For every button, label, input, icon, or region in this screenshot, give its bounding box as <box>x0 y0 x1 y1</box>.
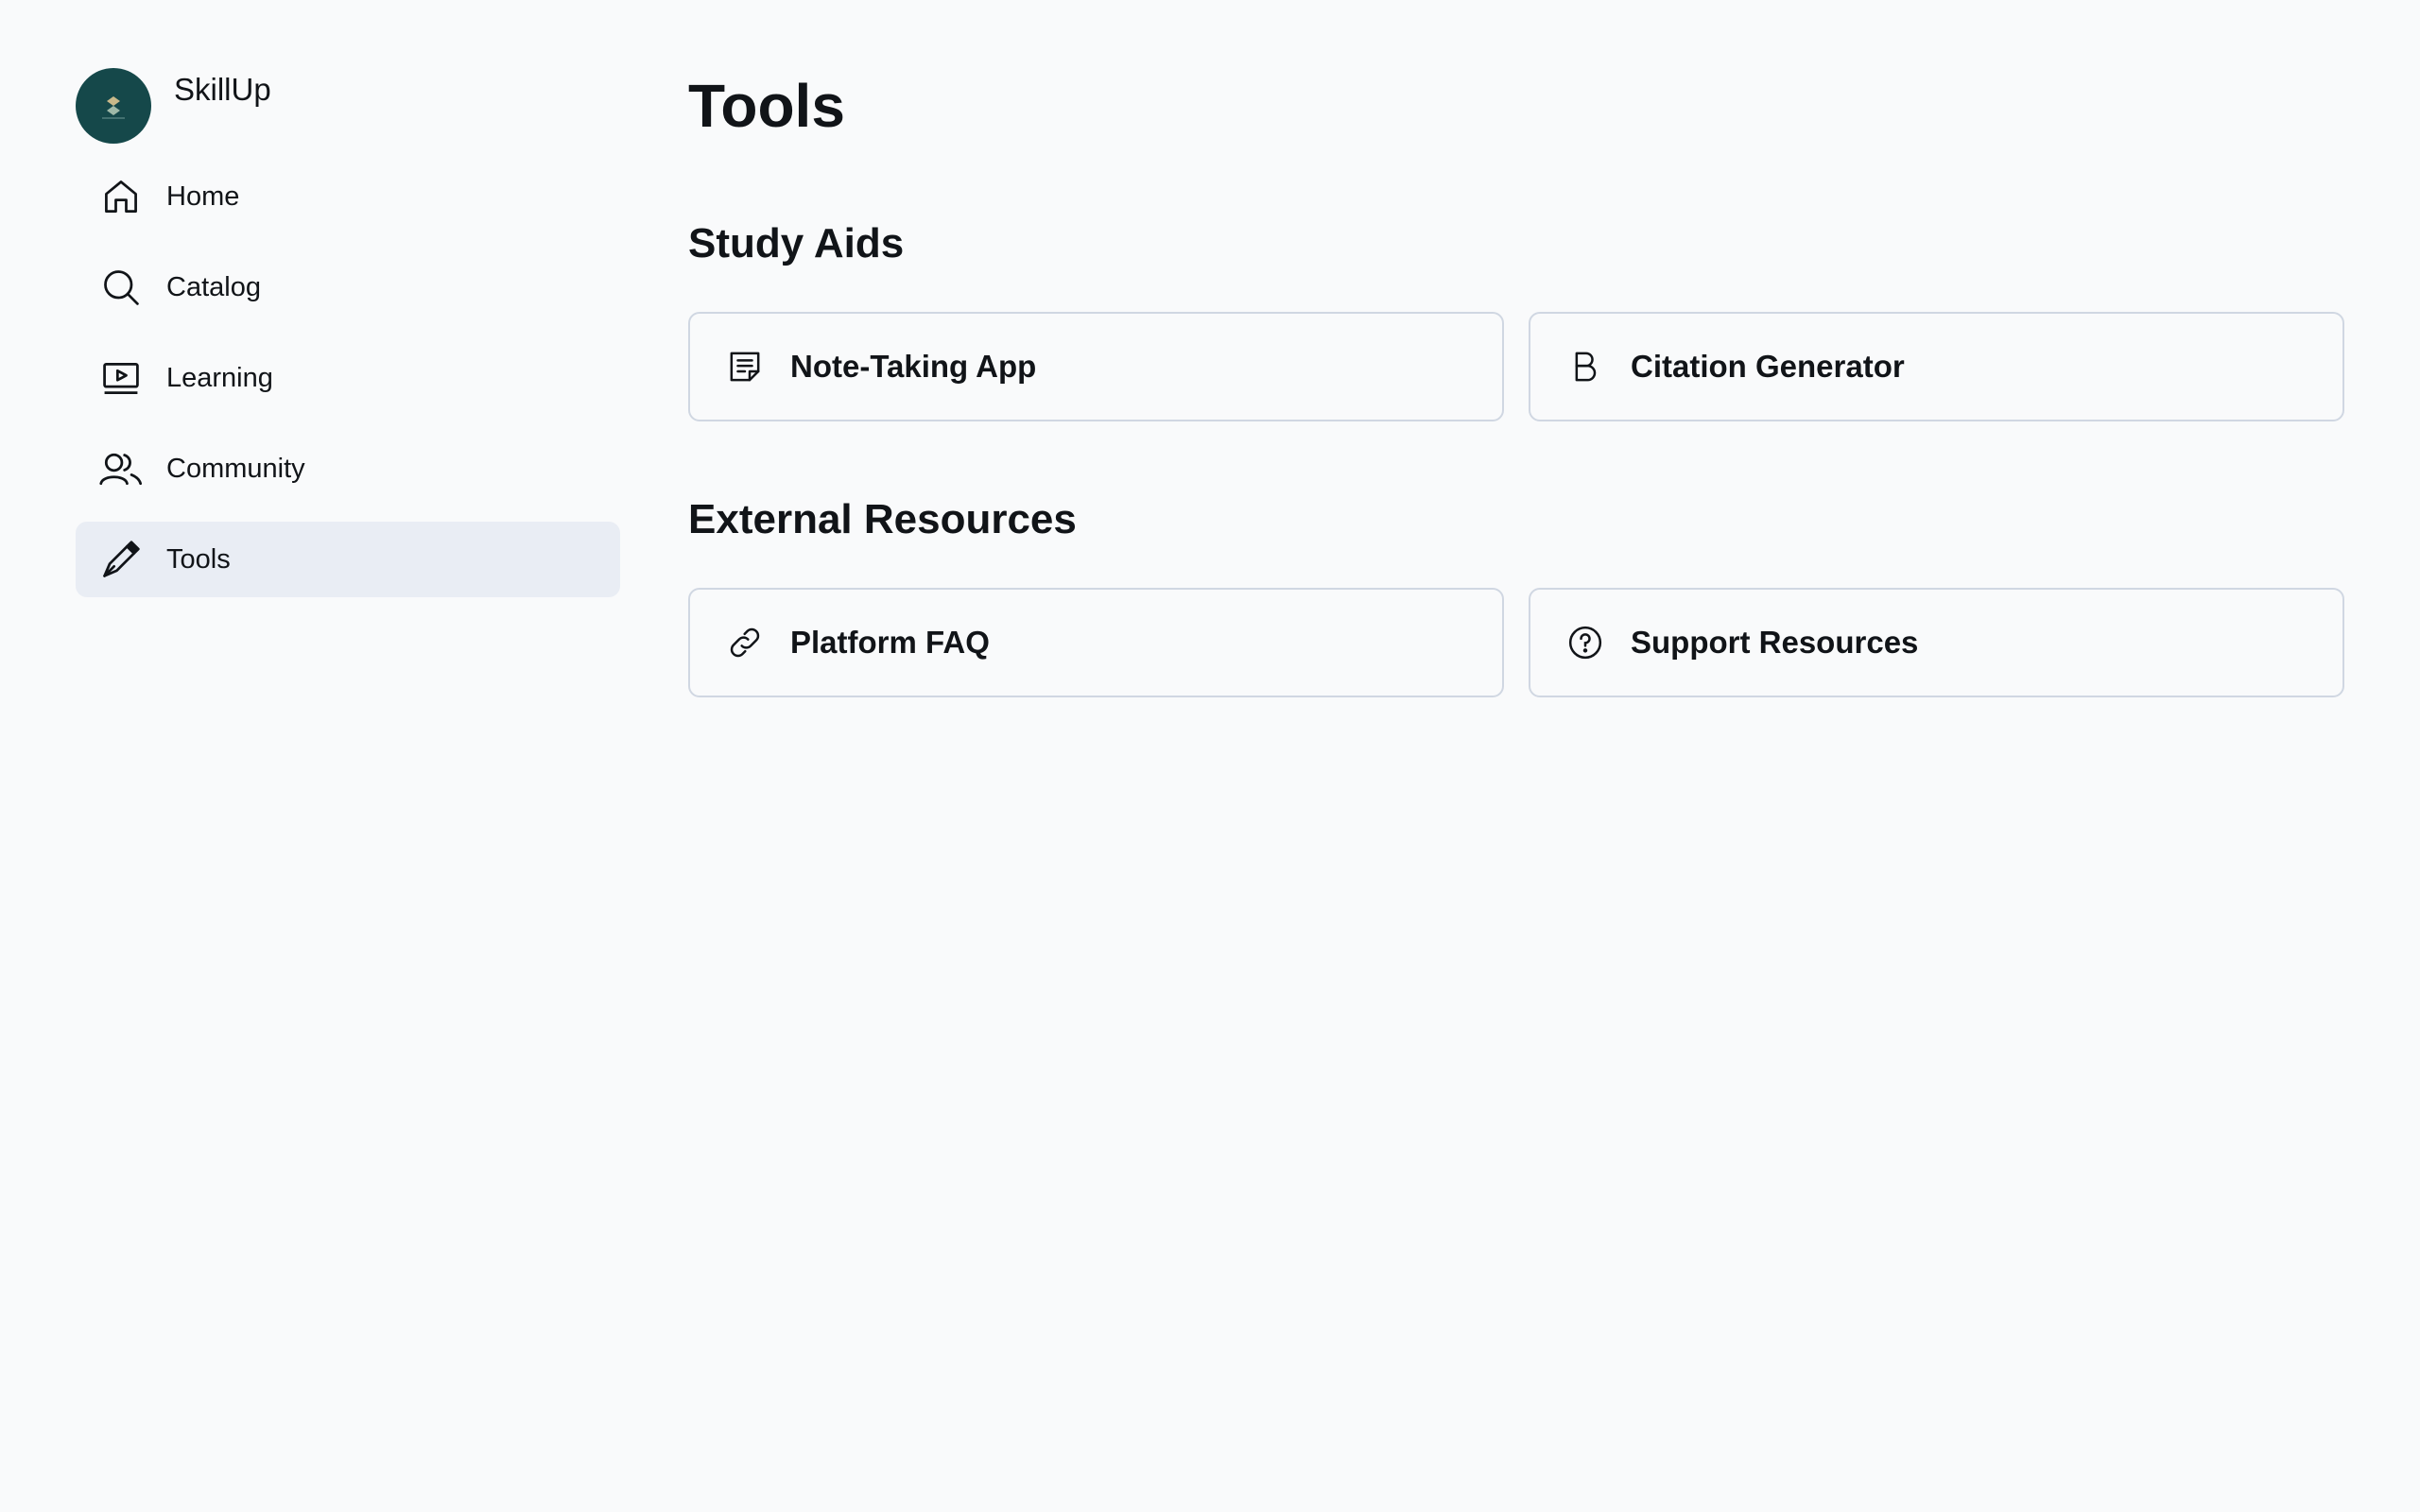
sidebar-nav: Home Catalog Learning Community Tools <box>76 159 620 597</box>
main-content: Tools Study Aids Note-Taking App Citatio… <box>688 60 2344 769</box>
external-resources-grid: Platform FAQ Support Resources <box>688 588 2344 697</box>
question-circle-icon <box>1564 622 1606 663</box>
sidebar-item-tools[interactable]: Tools <box>76 522 620 597</box>
sidebar-item-home[interactable]: Home <box>76 159 620 234</box>
note-taking-app-card[interactable]: Note-Taking App <box>688 312 1504 421</box>
citation-generator-card[interactable]: Citation Generator <box>1529 312 2344 421</box>
link-icon <box>724 622 766 663</box>
logo-emblem-icon <box>102 96 125 119</box>
sidebar-item-community[interactable]: Community <box>76 431 620 507</box>
sidebar-item-label: Tools <box>166 543 231 575</box>
card-label: Support Resources <box>1631 625 1919 660</box>
study-aids-grid: Note-Taking App Citation Generator <box>688 312 2344 421</box>
users-icon <box>98 446 144 491</box>
bold-b-icon <box>1564 346 1606 387</box>
note-icon <box>724 346 766 387</box>
support-resources-card[interactable]: Support Resources <box>1529 588 2344 697</box>
card-label: Citation Generator <box>1631 349 1905 384</box>
home-icon <box>98 174 144 219</box>
card-label: Note-Taking App <box>790 349 1037 384</box>
search-icon <box>98 265 144 310</box>
pen-icon <box>98 537 144 582</box>
section-title-study-aids: Study Aids <box>688 220 905 266</box>
sidebar-item-label: Catalog <box>166 271 261 302</box>
play-screen-icon <box>98 355 144 401</box>
sidebar-item-label: Home <box>166 180 240 212</box>
logo[interactable] <box>76 68 151 144</box>
sidebar: SkillUp Home Catalog Learning Community … <box>76 68 620 597</box>
sidebar-item-label: Learning <box>166 362 273 393</box>
brand: SkillUp <box>76 68 620 144</box>
platform-faq-card[interactable]: Platform FAQ <box>688 588 1504 697</box>
sidebar-item-learning[interactable]: Learning <box>76 340 620 416</box>
page-title: Tools <box>688 72 845 140</box>
sidebar-item-catalog[interactable]: Catalog <box>76 249 620 325</box>
sidebar-item-label: Community <box>166 453 305 484</box>
brand-name: SkillUp <box>174 72 271 107</box>
section-title-external-resources: External Resources <box>688 496 1077 542</box>
card-label: Platform FAQ <box>790 625 990 660</box>
